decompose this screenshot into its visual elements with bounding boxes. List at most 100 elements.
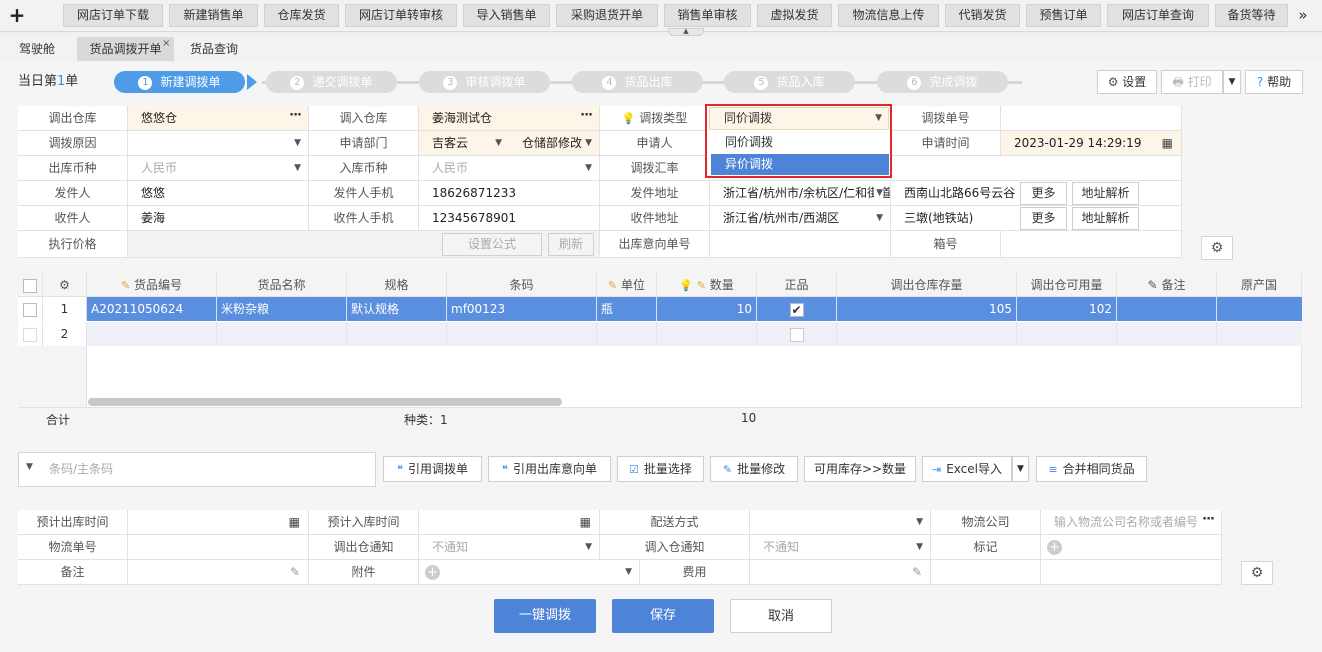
more-dots-icon[interactable]: ··· xyxy=(289,106,302,128)
toolbar-button-order-to-audit[interactable]: 网店订单转审核 xyxy=(345,4,457,27)
add-circle-icon[interactable]: + xyxy=(425,565,440,580)
edit-icon[interactable]: ✎ xyxy=(912,560,922,584)
tab-transfer-order[interactable]: 货品调拨开单 xyxy=(77,37,174,61)
row-1-spec[interactable]: 默认规格 xyxy=(347,297,447,321)
tab-close-icon[interactable]: × xyxy=(162,38,170,49)
quick-transfer-button[interactable]: 一键调拨 xyxy=(494,599,596,633)
checkbox[interactable] xyxy=(23,327,37,342)
col-header-origin[interactable]: 原产国 xyxy=(1217,273,1302,297)
toolbar-button-new-sales[interactable]: 新建销售单 xyxy=(169,4,258,27)
dept2-select[interactable]: 仓储部修改 ▼ xyxy=(509,131,600,156)
row-2-code[interactable] xyxy=(87,322,217,346)
sender-more-button[interactable]: 更多 xyxy=(1020,182,1067,205)
transfer-type-option-same[interactable]: 同价调拨 xyxy=(711,132,889,153)
col-header-out-stock[interactable]: 调出仓库存量 xyxy=(837,273,1017,297)
row-1-select[interactable] xyxy=(18,297,43,321)
row-2-spec[interactable] xyxy=(347,322,447,346)
row-2-genuine[interactable] xyxy=(757,322,837,346)
more-dots-icon[interactable]: ··· xyxy=(580,106,593,128)
toolbar-button-presale[interactable]: 预售订单 xyxy=(1026,4,1101,27)
calendar-icon[interactable]: ▦ xyxy=(580,510,591,534)
row-1-unit[interactable]: 瓶 xyxy=(597,297,657,321)
batch-select-button[interactable]: ☑ 批量选择 xyxy=(617,456,704,482)
add-circle-icon[interactable]: + xyxy=(1047,540,1062,555)
col-header-name[interactable]: 货品名称 xyxy=(217,273,347,297)
in-currency-select[interactable]: 人民币 ▼ xyxy=(419,156,600,181)
receiver-field[interactable]: 姜海 xyxy=(128,206,309,231)
batch-edit-button[interactable]: ✎ 批量修改 xyxy=(710,456,798,482)
toolbar-button-stock-wait[interactable]: 备货等待 xyxy=(1215,4,1288,27)
grid-select-all[interactable] xyxy=(18,273,43,297)
mark-field[interactable]: + xyxy=(1041,535,1222,560)
checkbox[interactable] xyxy=(789,327,804,342)
tab-cockpit[interactable]: 驾驶舱 xyxy=(8,37,66,61)
print-dropdown-arrow[interactable]: ▼ xyxy=(1223,70,1241,94)
remark-field[interactable]: ✎ xyxy=(128,560,309,585)
row-1-qty[interactable]: 10 xyxy=(657,297,757,321)
toolbar-button-sales-audit[interactable]: 销售单审核 xyxy=(664,4,751,27)
receiver-phone-field[interactable]: 12345678901 xyxy=(419,206,600,231)
grid-settings-gear-icon[interactable]: ⚙ xyxy=(43,273,87,297)
attach-field[interactable]: + ▼ xyxy=(419,560,640,585)
cite-out-intent-button[interactable]: ❝ 引用出库意向单 xyxy=(488,456,611,482)
row-1-genuine[interactable]: ✔ xyxy=(757,297,837,321)
row-1-remark[interactable] xyxy=(1117,297,1217,321)
col-header-spec[interactable]: 规格 xyxy=(347,273,447,297)
transfer-type-select[interactable]: 同价调拨 ▼ xyxy=(709,107,889,130)
sender-phone-field[interactable]: 18626871233 xyxy=(419,181,600,206)
row-2-remark[interactable] xyxy=(1117,322,1217,346)
cite-transfer-button[interactable]: ❝ 引用调拨单 xyxy=(383,456,482,482)
toolbar-button-consign-ship[interactable]: 代销发货 xyxy=(945,4,1020,27)
form-settings-gear-icon[interactable]: ⚙ xyxy=(1201,236,1233,260)
reason-select[interactable]: ▼ xyxy=(128,131,309,156)
set-formula-button[interactable]: 设置公式 xyxy=(442,233,542,256)
apply-time-field[interactable]: 2023-01-29 14:29:19 ▦ xyxy=(1001,131,1182,156)
chevron-right-double-icon[interactable]: » xyxy=(1292,4,1314,27)
delivery-select[interactable]: ▼ xyxy=(750,510,931,535)
toolbar-button-warehouse-ship[interactable]: 仓库发货 xyxy=(264,4,339,27)
excel-import-dropdown[interactable]: ▼ xyxy=(1012,456,1029,482)
box-no-field[interactable] xyxy=(1001,231,1182,258)
toolbar-button-import-sales[interactable]: 导入销售单 xyxy=(463,4,550,27)
row-2-origin[interactable] xyxy=(1217,322,1302,346)
collapse-handle-icon[interactable]: ▲ xyxy=(668,28,704,36)
col-header-qty[interactable]: 💡 ✎ 数量 xyxy=(657,273,757,297)
row-2-select[interactable] xyxy=(18,322,43,346)
out-warehouse-field[interactable]: 悠悠仓 ··· xyxy=(128,106,309,131)
add-icon[interactable]: + xyxy=(0,0,34,32)
col-header-genuine[interactable]: 正品 xyxy=(757,273,837,297)
out-currency-select[interactable]: 人民币 ▼ xyxy=(128,156,309,181)
sender-parse-button[interactable]: 地址解析 xyxy=(1072,182,1139,205)
edit-icon[interactable]: ✎ xyxy=(290,560,300,584)
col-header-unit[interactable]: ✎ 单位 xyxy=(597,273,657,297)
in-notify-select[interactable]: 不通知 ▼ xyxy=(750,535,931,560)
in-warehouse-field[interactable]: 姜海测试仓 ··· xyxy=(419,106,600,131)
receiver-more-button[interactable]: 更多 xyxy=(1020,207,1067,230)
row-2-unit[interactable] xyxy=(597,322,657,346)
row-2-qty[interactable] xyxy=(657,322,757,346)
calendar-icon[interactable]: ▦ xyxy=(1162,131,1173,155)
transfer-type-option-diff[interactable]: 异价调拨 xyxy=(711,154,889,175)
row-1-barcode[interactable]: mf00123 xyxy=(447,297,597,321)
receiver-address-select[interactable]: 浙江省/杭州市/西湖区 ▼ xyxy=(710,206,891,231)
col-header-barcode[interactable]: 条码 xyxy=(447,273,597,297)
cancel-button[interactable]: 取消 xyxy=(730,599,832,633)
row-1-name[interactable]: 米粉杂粮 xyxy=(217,297,347,321)
col-header-out-avail[interactable]: 调出仓可用量 xyxy=(1017,273,1117,297)
col-header-remark[interactable]: ✎ 备注 xyxy=(1117,273,1217,297)
sender-field[interactable]: 悠悠 xyxy=(128,181,309,206)
horizontal-scrollbar[interactable] xyxy=(88,398,562,406)
chevron-down-icon[interactable]: ▼ xyxy=(26,462,33,472)
sender-address-select[interactable]: 浙江省/杭州市/余杭区/仁和街道 ▼ xyxy=(710,181,891,206)
out-notify-select[interactable]: 不通知 ▼ xyxy=(419,535,600,560)
toolbar-button-logistics-upload[interactable]: 物流信息上传 xyxy=(838,4,939,27)
expect-out-field[interactable]: ▦ xyxy=(128,510,309,535)
row-2-barcode[interactable] xyxy=(447,322,597,346)
toolbar-button-download-orders[interactable]: 网店订单下载 xyxy=(63,4,163,27)
row-2-name[interactable] xyxy=(217,322,347,346)
checkbox[interactable] xyxy=(23,278,37,293)
order-no-field[interactable] xyxy=(1001,106,1182,131)
excel-import-button[interactable]: ⇥ Excel导入 xyxy=(922,456,1012,482)
avail-to-qty-button[interactable]: 可用库存>>数量 xyxy=(804,456,916,482)
bottom-settings-gear-icon[interactable]: ⚙ xyxy=(1241,561,1273,585)
